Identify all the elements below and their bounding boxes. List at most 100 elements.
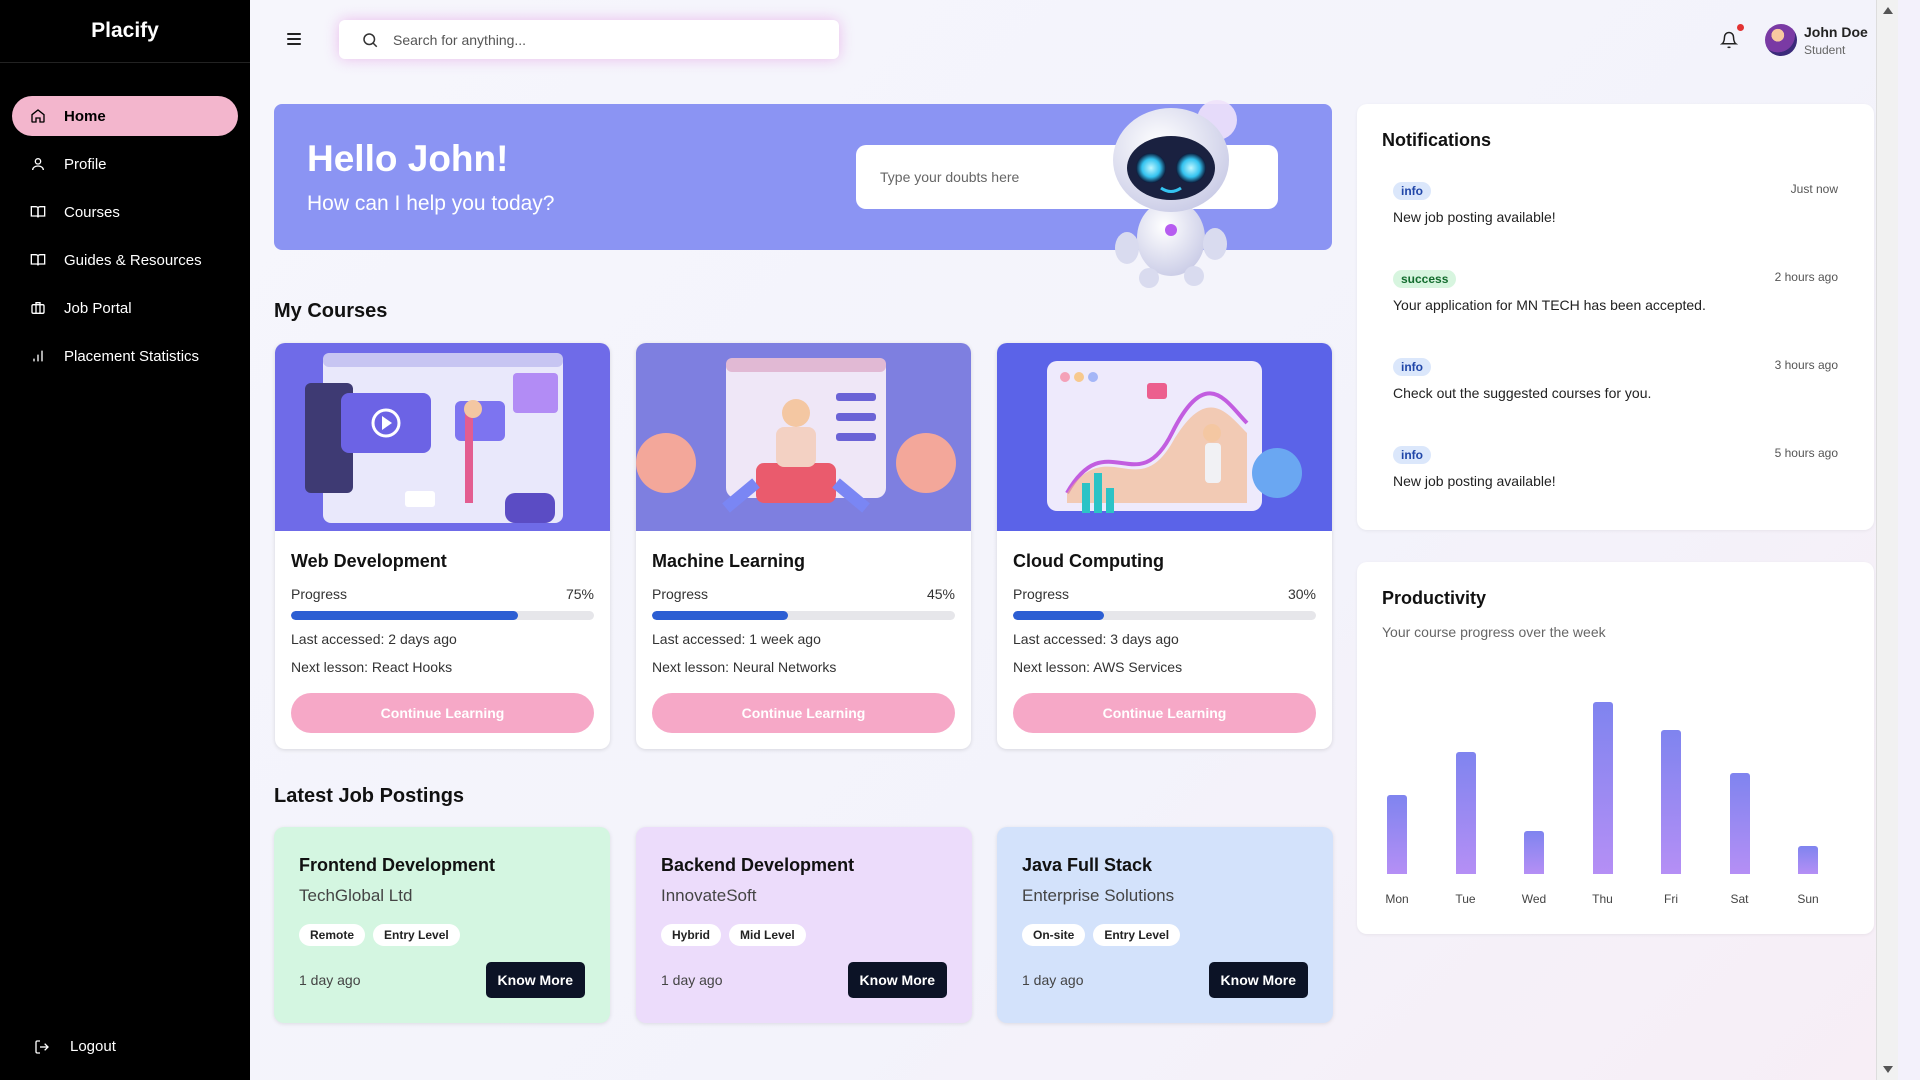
notification-dot — [1737, 24, 1744, 31]
notification-item[interactable]: info 3 hours ago Check out the suggested… — [1393, 358, 1838, 418]
progress-bar — [652, 611, 955, 620]
brand-logo[interactable]: Placify — [0, 0, 250, 63]
sidebar-item-placement-statistics[interactable]: Placement Statistics — [12, 336, 238, 376]
sidebar: Placify Home Profile Courses Guides & Re… — [0, 0, 250, 1080]
notification-message: New job posting available! — [1393, 473, 1556, 489]
notifications-title: Notifications — [1382, 130, 1492, 150]
notification-message: New job posting available! — [1393, 209, 1556, 225]
notification-badge: info — [1393, 182, 1431, 200]
know-more-button[interactable]: Know More — [847, 962, 947, 998]
job-posted-time: 1 day ago — [1022, 972, 1084, 988]
hero-greeting: Hello John! — [307, 138, 509, 179]
course-card[interactable]: Web Development Progress 75% Last access… — [275, 343, 610, 749]
job-tag: Entry Level — [1093, 924, 1181, 946]
continue-learning-button[interactable]: Continue Learning — [652, 693, 955, 733]
book-icon — [30, 252, 46, 268]
course-illustration-cloud — [997, 343, 1332, 531]
notification-item[interactable]: success 2 hours ago Your application for… — [1393, 270, 1838, 330]
course-card[interactable]: Machine Learning Progress 45% Last acces… — [636, 343, 971, 749]
notification-time: Just now — [1790, 182, 1838, 196]
bell-icon[interactable] — [1720, 30, 1738, 50]
progress-label: Progress — [1013, 586, 1070, 602]
scroll-up-icon[interactable] — [1883, 7, 1893, 14]
productivity-bar-chart — [1382, 702, 1822, 874]
scroll-down-icon[interactable] — [1883, 1066, 1893, 1073]
user-name[interactable]: John Doe — [1804, 24, 1868, 40]
sidebar-item-label: Profile — [64, 155, 107, 173]
job-title: Frontend Development — [299, 855, 496, 875]
x-tick-label: Mon — [1385, 892, 1409, 906]
sidebar-item-profile[interactable]: Profile — [12, 144, 238, 184]
avatar[interactable] — [1765, 24, 1797, 56]
sidebar-nav: Home Profile Courses Guides & Resources … — [0, 63, 250, 376]
course-card[interactable]: Cloud Computing Progress 30% Last access… — [997, 343, 1332, 749]
course-title: Machine Learning — [652, 551, 806, 571]
logout-button[interactable]: Logout — [34, 1038, 116, 1055]
job-card[interactable]: Frontend Development TechGlobal Ltd Remo… — [274, 827, 610, 1023]
notification-badge: success — [1393, 270, 1457, 288]
know-more-button[interactable]: Know More — [1208, 962, 1308, 998]
progress-fill — [652, 611, 789, 620]
bar-chart-icon — [30, 348, 46, 364]
bar-sat — [1729, 772, 1750, 874]
next-lesson: Next lesson: React Hooks — [291, 659, 453, 675]
logout-icon — [34, 1039, 50, 1055]
progress-bar — [1013, 611, 1316, 620]
notification-badge: info — [1393, 358, 1431, 376]
notification-badge: info — [1393, 446, 1431, 464]
progress-bar — [291, 611, 594, 620]
productivity-title: Productivity — [1382, 588, 1487, 608]
hero-banner: Hello John! How can I help you today? — [274, 100, 1332, 288]
course-title: Web Development — [291, 551, 447, 571]
job-tag: On-site — [1022, 924, 1086, 946]
course-title: Cloud Computing — [1013, 551, 1164, 571]
job-company: InnovateSoft — [661, 886, 757, 905]
job-card[interactable]: Backend Development InnovateSoft Hybrid … — [636, 827, 972, 1023]
last-accessed: Last accessed: 1 week ago — [652, 631, 821, 647]
productivity-panel: Productivity Your course progress over t… — [1357, 562, 1874, 934]
job-posted-time: 1 day ago — [299, 972, 361, 988]
progress-fill — [1013, 611, 1104, 620]
progress-label: Progress — [652, 586, 709, 602]
progress-percent: 75% — [565, 586, 594, 602]
sidebar-item-label: Guides & Resources — [64, 251, 202, 269]
x-tick-label: Sun — [1797, 892, 1819, 906]
search-bar[interactable] — [339, 20, 839, 59]
notification-time: 3 hours ago — [1774, 358, 1838, 372]
sidebar-item-courses[interactable]: Courses — [12, 192, 238, 232]
job-title: Backend Development — [661, 855, 855, 875]
scrollbar[interactable] — [1876, 0, 1898, 1080]
menu-toggle-icon[interactable] — [287, 33, 301, 45]
know-more-button[interactable]: Know More — [485, 962, 585, 998]
notification-item[interactable]: info 5 hours ago New job posting availab… — [1393, 446, 1838, 506]
notification-time: 5 hours ago — [1774, 446, 1838, 460]
robot-mascot-icon — [1113, 100, 1237, 288]
sidebar-item-label: Job Portal — [64, 299, 132, 317]
job-tag: Entry Level — [373, 924, 460, 946]
progress-percent: 30% — [1287, 586, 1316, 602]
continue-learning-button[interactable]: Continue Learning — [291, 693, 594, 733]
progress-label: Progress — [291, 586, 348, 602]
notification-item[interactable]: info Just now New job posting available! — [1393, 182, 1838, 242]
bar-wed — [1524, 831, 1544, 874]
search-input[interactable] — [393, 31, 813, 48]
job-company: TechGlobal Ltd — [299, 886, 413, 905]
sidebar-item-job-portal[interactable]: Job Portal — [12, 288, 238, 328]
x-tick-label: Fri — [1664, 892, 1678, 906]
bar-mon — [1387, 794, 1407, 874]
my-courses-title: My Courses — [274, 300, 388, 322]
notifications-panel: Notifications info Just now New job post… — [1357, 104, 1874, 530]
sidebar-item-guides[interactable]: Guides & Resources — [12, 240, 238, 280]
notification-message: Check out the suggested courses for you. — [1393, 385, 1652, 401]
progress-fill — [291, 611, 519, 620]
sidebar-item-label: Courses — [64, 203, 120, 221]
home-icon — [30, 108, 46, 124]
job-postings-title: Latest Job Postings — [274, 785, 465, 807]
sidebar-item-home[interactable]: Home — [12, 96, 238, 136]
job-tags: On-site Entry Level — [1022, 924, 1181, 946]
continue-learning-button[interactable]: Continue Learning — [1013, 693, 1316, 733]
job-card[interactable]: Java Full Stack Enterprise Solutions On-… — [997, 827, 1333, 1023]
course-illustration-ml — [636, 343, 971, 531]
notification-time: 2 hours ago — [1774, 270, 1838, 284]
job-tags: Hybrid Mid Level — [661, 924, 806, 946]
